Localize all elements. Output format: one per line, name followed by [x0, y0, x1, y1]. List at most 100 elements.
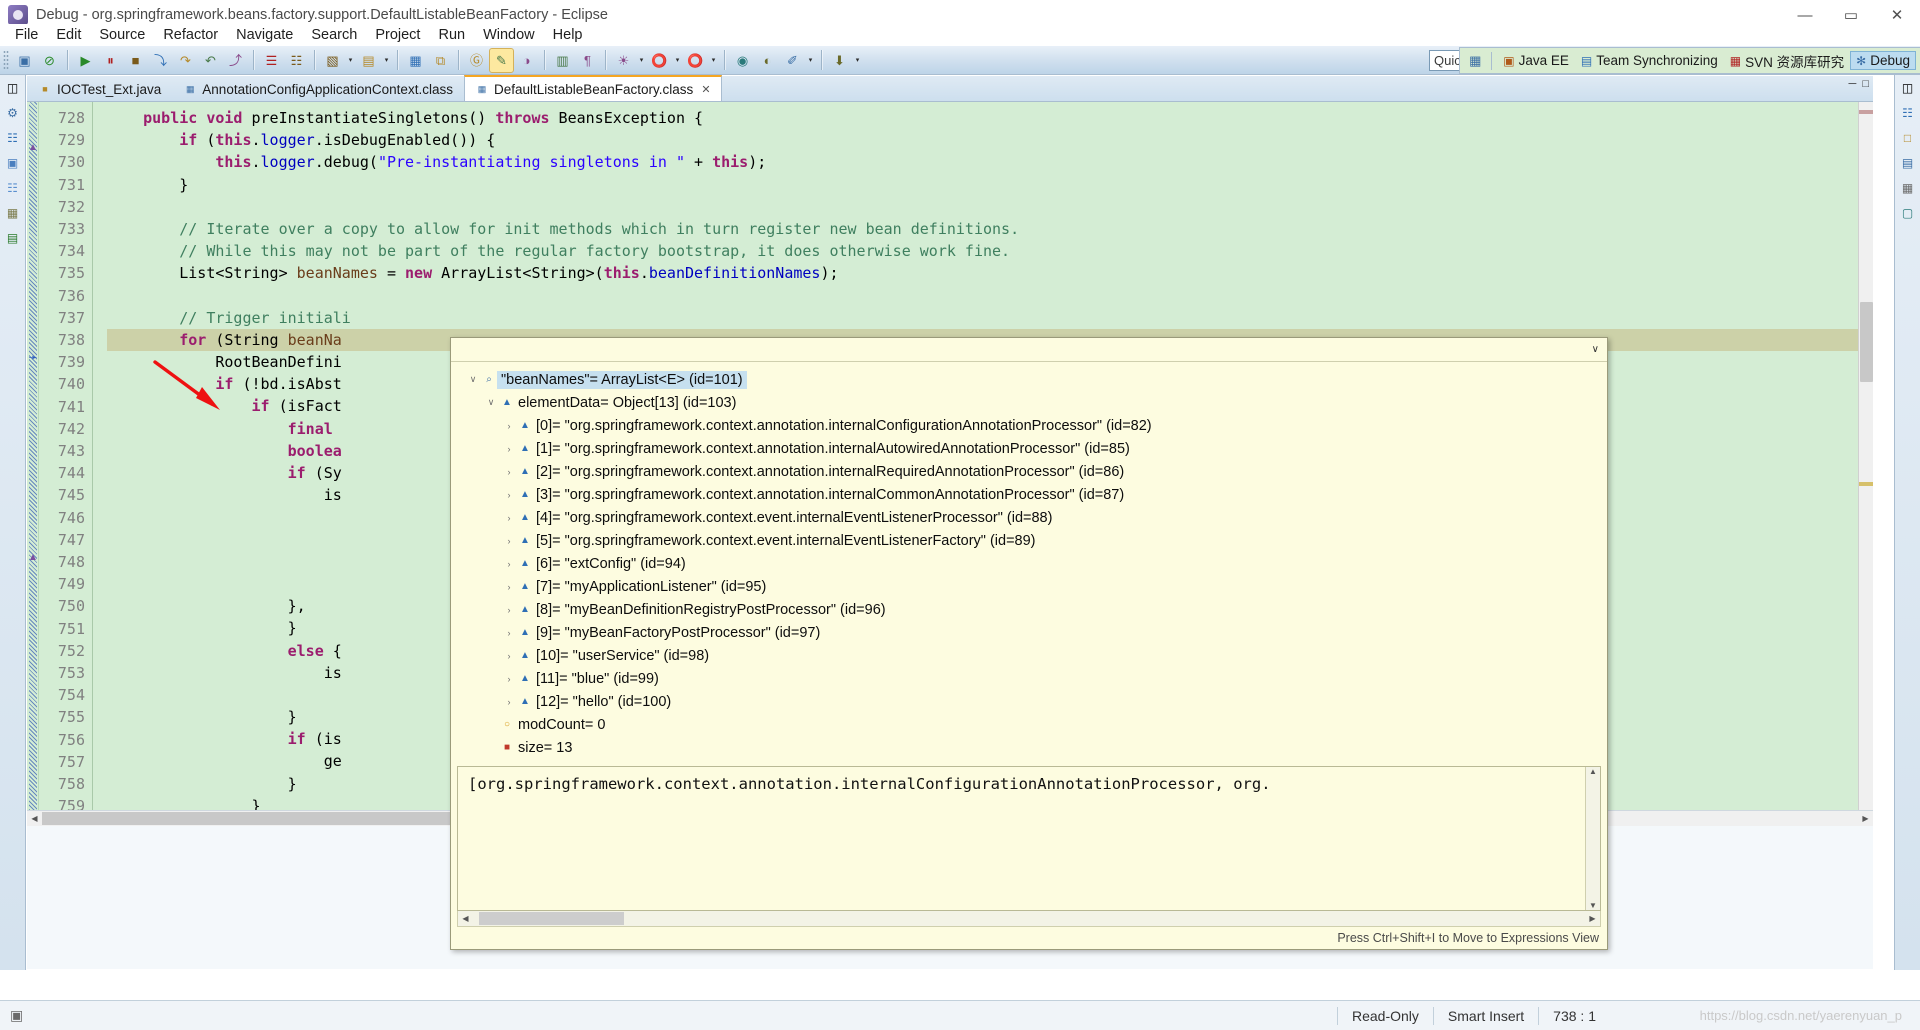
menu-item-help[interactable]: Help [544, 26, 592, 44]
toolbar-button-8-0-icon[interactable]: ◉ [731, 49, 754, 72]
variable-tree-row-8[interactable]: › ▲ [6]= "extConfig" (id=94) [465, 552, 1607, 575]
toolbar-dropdown-arrow-9-1[interactable]: ▾ [852, 49, 863, 72]
menu-item-navigate[interactable]: Navigate [227, 26, 302, 44]
tree-expand-toggle-icon[interactable]: › [501, 421, 517, 431]
scroll-right-icon[interactable]: ▶ [1858, 814, 1873, 823]
variable-tree-row-7[interactable]: › ▲ [5]= "org.springframework.context.even… [465, 529, 1607, 552]
scroll-left-icon[interactable]: ◀ [27, 814, 42, 823]
console-view-icon[interactable]: ▦ [4, 204, 22, 222]
toolbar-button-8-1-icon[interactable]: ◐ [756, 49, 779, 72]
palette-icon[interactable]: ▢ [1899, 204, 1917, 222]
tree-expand-toggle-icon[interactable]: › [501, 559, 517, 569]
toolbar-dropdown-arrow-7-1[interactable]: ▾ [636, 49, 647, 72]
tree-expand-toggle-icon[interactable]: ∨ [483, 397, 499, 408]
toolbar-button-5-1-icon[interactable]: ✎ [489, 47, 514, 73]
toolbar-button-4-1-icon[interactable]: ⧉ [429, 49, 452, 72]
variable-tree-row-5[interactable]: › ▲ [3]= "org.springframework.context.anno… [465, 483, 1607, 506]
toolbar-dropdown-arrow-7-5[interactable]: ▾ [708, 49, 719, 72]
minimize-editor-icon[interactable]: ─ [1849, 78, 1857, 90]
toolbar-button-1-1-icon[interactable]: ⏸ [99, 49, 122, 72]
toolbar-button-6-1-icon[interactable]: ¶ [576, 49, 599, 72]
tree-expand-toggle-icon[interactable]: › [501, 536, 517, 546]
menu-item-window[interactable]: Window [474, 26, 544, 44]
variable-tree[interactable]: ∨ ⌕ "beanNames"= ArrayList<E> (id=101) ∨ ▲ el… [451, 362, 1607, 762]
toolbar-button-5-2-icon[interactable]: ◑ [515, 49, 538, 72]
toolbar-button-1-2-icon[interactable]: ■ [124, 49, 147, 72]
variable-tree-row-16[interactable]: ■ size= 13 [465, 736, 1607, 759]
tree-expand-toggle-icon[interactable]: ∨ [465, 374, 481, 385]
menu-item-source[interactable]: Source [90, 26, 154, 44]
tree-expand-toggle-icon[interactable]: › [501, 605, 517, 615]
code-line-729[interactable]: if (this.logger.isDebugEnabled()) { [107, 129, 1873, 151]
variable-tree-row-2[interactable]: › ▲ [0]= "org.springframework.context.anno… [465, 414, 1607, 437]
tree-expand-toggle-icon[interactable]: › [501, 674, 517, 684]
editor-tab-3[interactable]: ▦ DefaultListableBeanFactory.class ✕ [463, 75, 722, 101]
code-line-734[interactable]: // While this may not be part of the reg… [107, 240, 1873, 262]
debug-view-icon[interactable]: ⚙ [4, 104, 22, 122]
toolbar-button-1-4-icon[interactable]: ↷ [174, 49, 197, 72]
toolbar-button-0-0-icon[interactable]: ▣ [13, 49, 36, 72]
variable-tree-row-11[interactable]: › ▲ [9]= "myBeanFactoryPostProcessor" (id=… [465, 621, 1607, 644]
outline-icon[interactable]: ☷ [1899, 104, 1917, 122]
toolbar-button-9-0-icon[interactable]: ⬇ [828, 49, 851, 72]
toolbar-button-1-0-icon[interactable]: ▶ [74, 49, 97, 72]
variable-tree-row-9[interactable]: › ▲ [7]= "myApplicationListener" (id=95) [465, 575, 1607, 598]
toolbar-button-2-0-icon[interactable]: ☰ [260, 49, 283, 72]
variable-tree-row-1[interactable]: ∨ ▲ elementData= Object[13] (id=103) [465, 391, 1607, 414]
code-line-736[interactable] [107, 285, 1873, 307]
perspective-svn[interactable]: ▦ SVN 资源库研究 [1724, 49, 1850, 73]
variables-view-icon[interactable]: ☷ [4, 129, 22, 147]
tree-expand-toggle-icon[interactable]: › [501, 582, 517, 592]
toolbar-dropdown-arrow-8-3[interactable]: ▾ [805, 49, 816, 72]
tree-expand-toggle-icon[interactable]: › [501, 490, 517, 500]
outline-view-icon[interactable]: ☷ [4, 179, 22, 197]
snippets-icon[interactable]: ▤ [1899, 154, 1917, 172]
variable-tree-row-10[interactable]: › ▲ [8]= "myBeanDefinitionRegistryPostProc… [465, 598, 1607, 621]
open-perspective-icon[interactable]: ▦ [1464, 50, 1486, 71]
toolbar-button-4-0-icon[interactable]: ▦ [404, 49, 427, 72]
toolbar-grip[interactable] [3, 50, 9, 70]
variable-tree-row-14[interactable]: › ▲ [12]= "hello" (id=100) [465, 690, 1607, 713]
variable-detail-pane[interactable]: [org.springframework.context.annotation.… [457, 766, 1601, 911]
variable-tree-row-15[interactable]: ○ modCount= 0 [465, 713, 1607, 736]
detail-vertical-scrollbar[interactable]: ▲ ▼ [1585, 767, 1600, 910]
toolbar-button-6-0-icon[interactable]: ▥ [551, 49, 574, 72]
editor-tab-1[interactable]: ■ IOCTest_Ext.java [27, 76, 172, 101]
task-list-icon[interactable]: □ [1899, 129, 1917, 147]
variable-tree-row-0[interactable]: ∨ ⌕ "beanNames"= ArrayList<E> (id=101) [465, 368, 1607, 391]
toolbar-button-2-1-icon[interactable]: ☷ [285, 49, 308, 72]
detail-scroll-up-icon[interactable]: ▲ [1589, 767, 1597, 776]
detail-scroll-down-icon[interactable]: ▼ [1589, 901, 1597, 910]
menu-item-file[interactable]: File [6, 26, 47, 44]
toolbar-dropdown-arrow-3-1[interactable]: ▾ [345, 49, 356, 72]
tree-expand-toggle-icon[interactable]: › [501, 697, 517, 707]
maximize-editor-icon[interactable]: □ [1862, 78, 1869, 90]
code-line-733[interactable]: // Iterate over a copy to allow for init… [107, 218, 1873, 240]
detail-scroll-right-icon[interactable]: ▶ [1585, 914, 1600, 923]
toolbar-button-7-4-icon[interactable]: ⭕ [684, 49, 707, 72]
breakpoints-view-icon[interactable]: ▣ [4, 154, 22, 172]
perspective-java-ee[interactable]: ▣ Java EE [1497, 51, 1575, 70]
toolbar-dropdown-arrow-7-3[interactable]: ▾ [672, 49, 683, 72]
toolbar-dropdown-arrow-3-3[interactable]: ▾ [381, 49, 392, 72]
editor-tab-close-icon[interactable]: ✕ [701, 83, 710, 96]
fold-marker-728-icon[interactable]: ▲ [28, 142, 38, 154]
variable-tree-row-12[interactable]: › ▲ [10]= "userService" (id=98) [465, 644, 1607, 667]
code-line-730[interactable]: this.logger.debug("Pre-instantiating sin… [107, 151, 1873, 173]
fold-marker-747-icon[interactable]: ▲ [28, 552, 38, 564]
toolbar-button-8-2-icon[interactable]: ✐ [781, 49, 804, 72]
toolbar-button-3-0-icon[interactable]: ▧ [321, 49, 344, 72]
servers-view-icon[interactable]: ▤ [4, 229, 22, 247]
menu-item-search[interactable]: Search [302, 26, 366, 44]
toolbar-button-7-0-icon[interactable]: ☀ [612, 49, 635, 72]
popup-collapse-icon[interactable]: ∨ [1592, 344, 1599, 355]
variable-inspect-popup[interactable]: ∨ ∨ ⌕ "beanNames"= ArrayList<E> (id=101) ∨ ▲… [450, 337, 1608, 950]
variable-tree-row-6[interactable]: › ▲ [4]= "org.springframework.context.even… [465, 506, 1607, 529]
tree-expand-toggle-icon[interactable]: › [501, 444, 517, 454]
toolbar-button-1-5-icon[interactable]: ↶ [199, 49, 222, 72]
perspective-debug[interactable]: ✻ Debug [1850, 51, 1916, 70]
code-line-732[interactable] [107, 196, 1873, 218]
toolbar-button-3-2-icon[interactable]: ▤ [357, 49, 380, 72]
toolbar-button-1-3-icon[interactable]: ⤵ [149, 49, 172, 72]
menu-item-refactor[interactable]: Refactor [154, 26, 227, 44]
